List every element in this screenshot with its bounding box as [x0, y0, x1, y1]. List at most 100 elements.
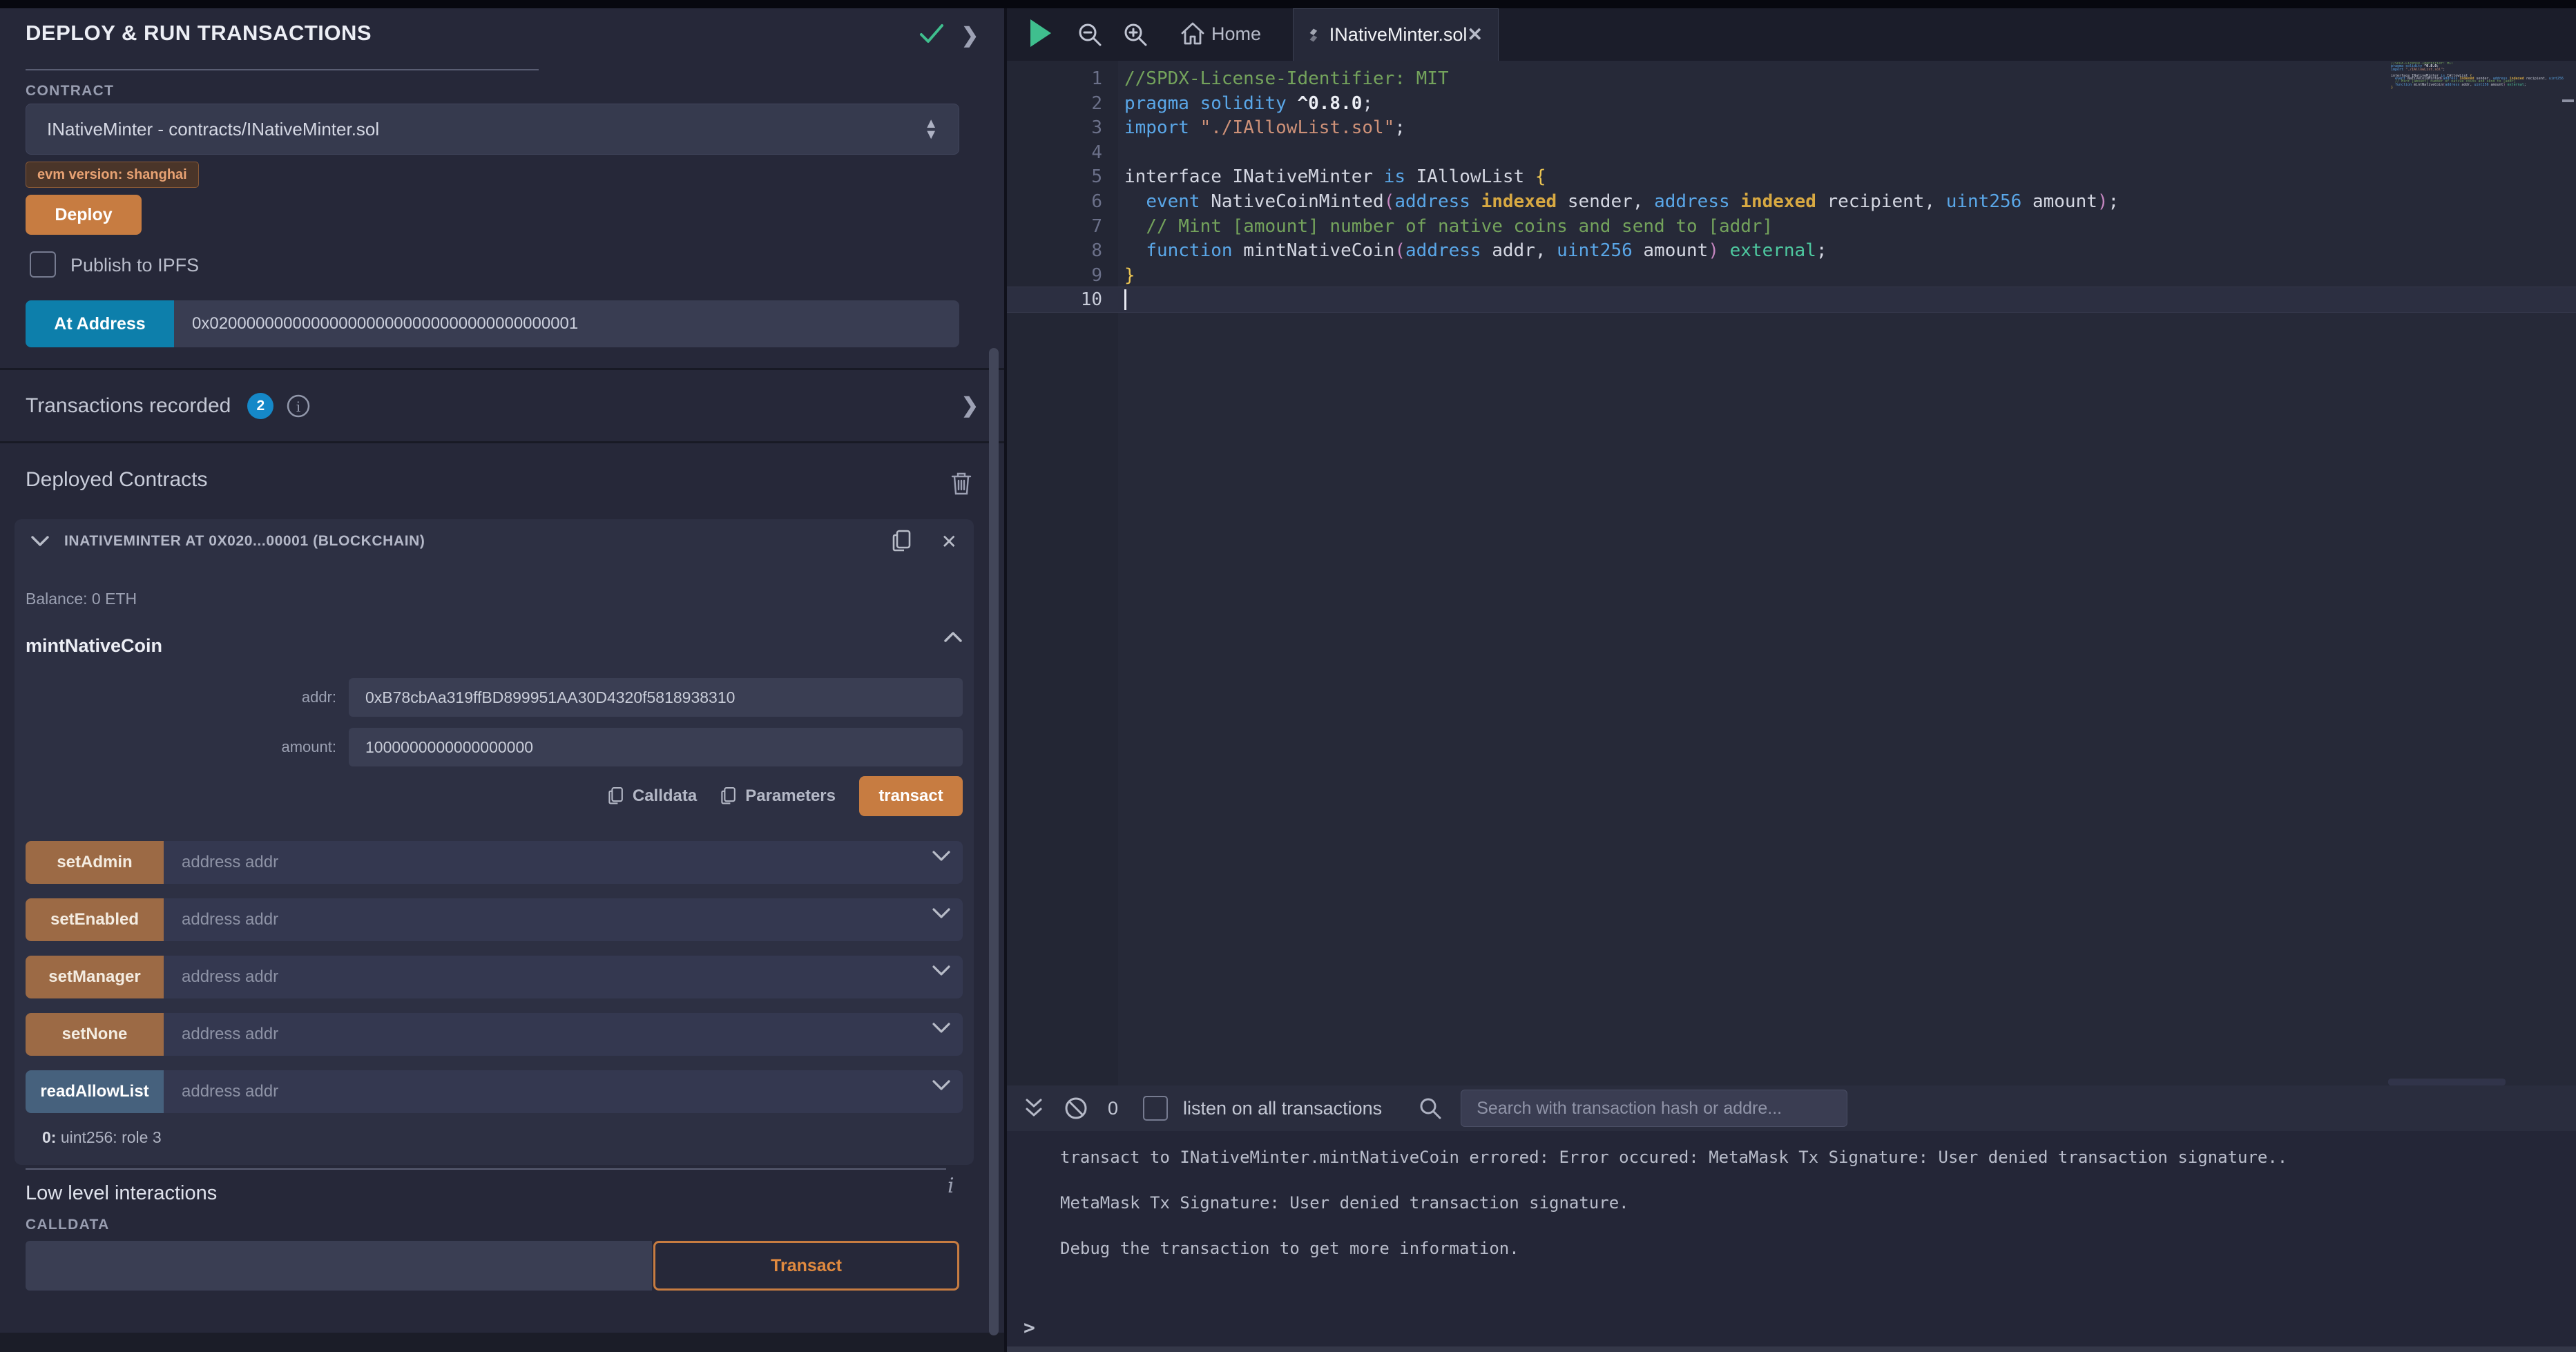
at-address-button[interactable]: At Address — [26, 300, 174, 347]
tab-close-icon[interactable]: ✕ — [1467, 24, 1483, 46]
terminal-log-line: MetaMask Tx Signature: User denied trans… — [1060, 1193, 1629, 1213]
low-level-transact-button[interactable]: Transact — [653, 1241, 959, 1291]
search-icon — [1418, 1096, 1443, 1121]
tab-inativeminter-sol[interactable]: INativeMinter.sol ✕ — [1293, 8, 1499, 61]
remix-ide-window: DEPLOY & RUN TRANSACTIONS ❯ CONTRACT INa… — [0, 0, 2576, 1352]
setenabled-arg-input[interactable] — [164, 898, 963, 941]
code-line-9[interactable]: 9} — [1007, 263, 2576, 288]
terminal-bottom-bar — [1007, 1346, 2576, 1352]
clear-console-icon[interactable] — [1064, 1096, 1088, 1121]
code-line-6[interactable]: 6 event NativeCoinMinted(address indexed… — [1007, 189, 2576, 214]
chevron-down-icon[interactable] — [932, 1023, 950, 1034]
zoom-out-icon[interactable] — [1076, 21, 1104, 48]
tab-home[interactable]: Home — [1211, 23, 1261, 45]
trash-icon[interactable] — [950, 471, 972, 496]
line-number: 1 — [1007, 66, 1102, 91]
zoom-in-icon[interactable] — [1122, 21, 1149, 48]
transactions-recorded-label: Transactions recorded — [26, 394, 231, 418]
close-instance-icon[interactable]: ✕ — [941, 530, 957, 553]
copy-icon[interactable] — [892, 529, 912, 554]
deploy-run-panel: DEPLOY & RUN TRANSACTIONS ❯ CONTRACT INa… — [0, 8, 1004, 1352]
deploy-button[interactable]: Deploy — [26, 195, 142, 235]
low-level-calldata-row: Transact — [26, 1241, 959, 1291]
code-editor[interactable]: 1 //SPDX-License-Identifier: MIT 2 pragma s… — [1007, 61, 2576, 1085]
transact-button[interactable]: transact — [859, 776, 963, 816]
publish-ipfs-label: Publish to IPFS — [70, 255, 199, 276]
line-number: 10 — [1007, 287, 1102, 312]
copy-icon — [720, 786, 737, 807]
title-underline — [26, 69, 539, 70]
instance-header[interactable]: INATIVEMINTER AT 0X020...00001 (BLOCKCHA… — [15, 519, 974, 563]
setmanager-button[interactable]: setManager — [26, 956, 164, 998]
chevron-down-icon[interactable] — [932, 1080, 950, 1091]
setadmin-button[interactable]: setAdmin — [26, 841, 164, 884]
contract-select[interactable]: INativeMinter - contracts/INativeMinter.… — [26, 104, 959, 155]
low-level-calldata-input[interactable] — [26, 1241, 652, 1291]
info-icon: i — [286, 394, 311, 418]
setnone-arg-input[interactable] — [164, 1013, 963, 1056]
copy-calldata-action[interactable]: Calldata — [608, 786, 697, 807]
code-line-4[interactable]: 4 — [1007, 140, 2576, 165]
code-text: import "./IAllowList.sol"; — [1124, 115, 1405, 140]
panel-scrollbar[interactable] — [989, 348, 999, 1335]
evm-version-badge: evm version: shanghai — [26, 162, 199, 188]
copy-parameters-action[interactable]: Parameters — [720, 786, 836, 807]
editor-column: Home INativeMinter.sol ✕ 1 //SPDX-License… — [1007, 8, 2576, 1352]
code-line-1[interactable]: 1 //SPDX-License-Identifier: MIT — [1007, 66, 2576, 91]
setmanager-arg-input[interactable] — [164, 956, 963, 998]
code-line-2[interactable]: 2 pragma solidity ^0.8.0; — [1007, 91, 2576, 116]
terminal-search-input[interactable] — [1461, 1090, 1847, 1127]
overview-ruler-cursor-mark — [2562, 99, 2574, 102]
function-row-setenabled: setEnabled — [26, 898, 963, 941]
addr-field-input[interactable] — [349, 678, 963, 717]
chevron-down-icon[interactable] — [932, 851, 950, 862]
chevron-down-icon[interactable] — [932, 908, 950, 919]
code-text: pragma solidity ^0.8.0; — [1124, 91, 1373, 116]
terminal-log-line: transact to INativeMinter.mintNativeCoin… — [1060, 1148, 2287, 1167]
chevron-up-icon[interactable] — [944, 631, 962, 642]
code-line-10[interactable]: 10 — [1007, 287, 2576, 312]
section-divider — [0, 441, 1004, 443]
at-address-input[interactable] — [174, 300, 959, 347]
home-icon[interactable] — [1180, 21, 1206, 47]
listen-all-checkbox[interactable] — [1143, 1096, 1168, 1121]
low-level-title: Low level interactions — [26, 1182, 217, 1205]
code-line-5[interactable]: 5interface INativeMinter is IAllowList { — [1007, 164, 2576, 189]
editor-horizontal-scrollbar[interactable] — [2388, 1079, 2506, 1085]
copy-parameters-label: Parameters — [745, 786, 836, 806]
amount-field-input[interactable] — [349, 728, 963, 766]
calldata-label: CALLDATA — [26, 1217, 110, 1233]
panel-pin-chevron-icon[interactable]: ❯ — [961, 23, 979, 48]
line-number: 2 — [1007, 91, 1102, 116]
transactions-expand-chevron-icon[interactable]: ❯ — [961, 394, 979, 418]
chevron-down-icon[interactable] — [932, 965, 950, 976]
readallowlist-output: 0: uint256: role 3 — [42, 1128, 162, 1147]
code-text: //SPDX-License-Identifier: MIT — [1124, 66, 1449, 91]
code-line-7[interactable]: 7 // Mint [amount] number of native coin… — [1007, 214, 2576, 239]
chevron-down-icon — [31, 536, 49, 547]
readallowlist-button[interactable]: readAllowList — [26, 1070, 164, 1113]
publish-ipfs-checkbox[interactable] — [30, 251, 56, 278]
code-line-8[interactable]: 8 function mintNativeCoin(address addr, … — [1007, 238, 2576, 263]
instance-title: INATIVEMINTER AT 0X020...00001 (BLOCKCHA… — [64, 533, 425, 550]
editor-minimap[interactable]: //SPDX-License-Identifier: MITpragma sol… — [2391, 62, 2564, 145]
amount-field-row: amount: — [26, 728, 963, 766]
compile-success-check-icon — [919, 22, 945, 46]
listen-all-label: listen on all transactions — [1183, 1098, 1382, 1119]
line-number: 3 — [1007, 115, 1102, 140]
addr-field-label: addr: — [26, 688, 336, 706]
at-address-row: At Address — [26, 300, 959, 347]
readallowlist-arg-input[interactable] — [164, 1070, 963, 1113]
amount-field-label: amount: — [26, 738, 336, 756]
transact-actions-row: Calldata Parameters transact — [15, 776, 963, 816]
run-script-play-icon[interactable] — [1030, 19, 1051, 47]
function-name: mintNativeCoin — [26, 635, 162, 657]
terminal-output[interactable]: transact to INativeMinter.mintNativeCoin… — [1007, 1131, 2576, 1346]
setnone-button[interactable]: setNone — [26, 1013, 164, 1056]
setenabled-button[interactable]: setEnabled — [26, 898, 164, 941]
transactions-recorded-row[interactable]: Transactions recorded 2 i ❯ — [0, 370, 1004, 441]
line-number: 6 — [1007, 189, 1102, 214]
code-line-3[interactable]: 3 import "./IAllowList.sol"; — [1007, 115, 2576, 140]
setadmin-arg-input[interactable] — [164, 841, 963, 884]
terminal-collapse-icon[interactable] — [1023, 1097, 1044, 1120]
